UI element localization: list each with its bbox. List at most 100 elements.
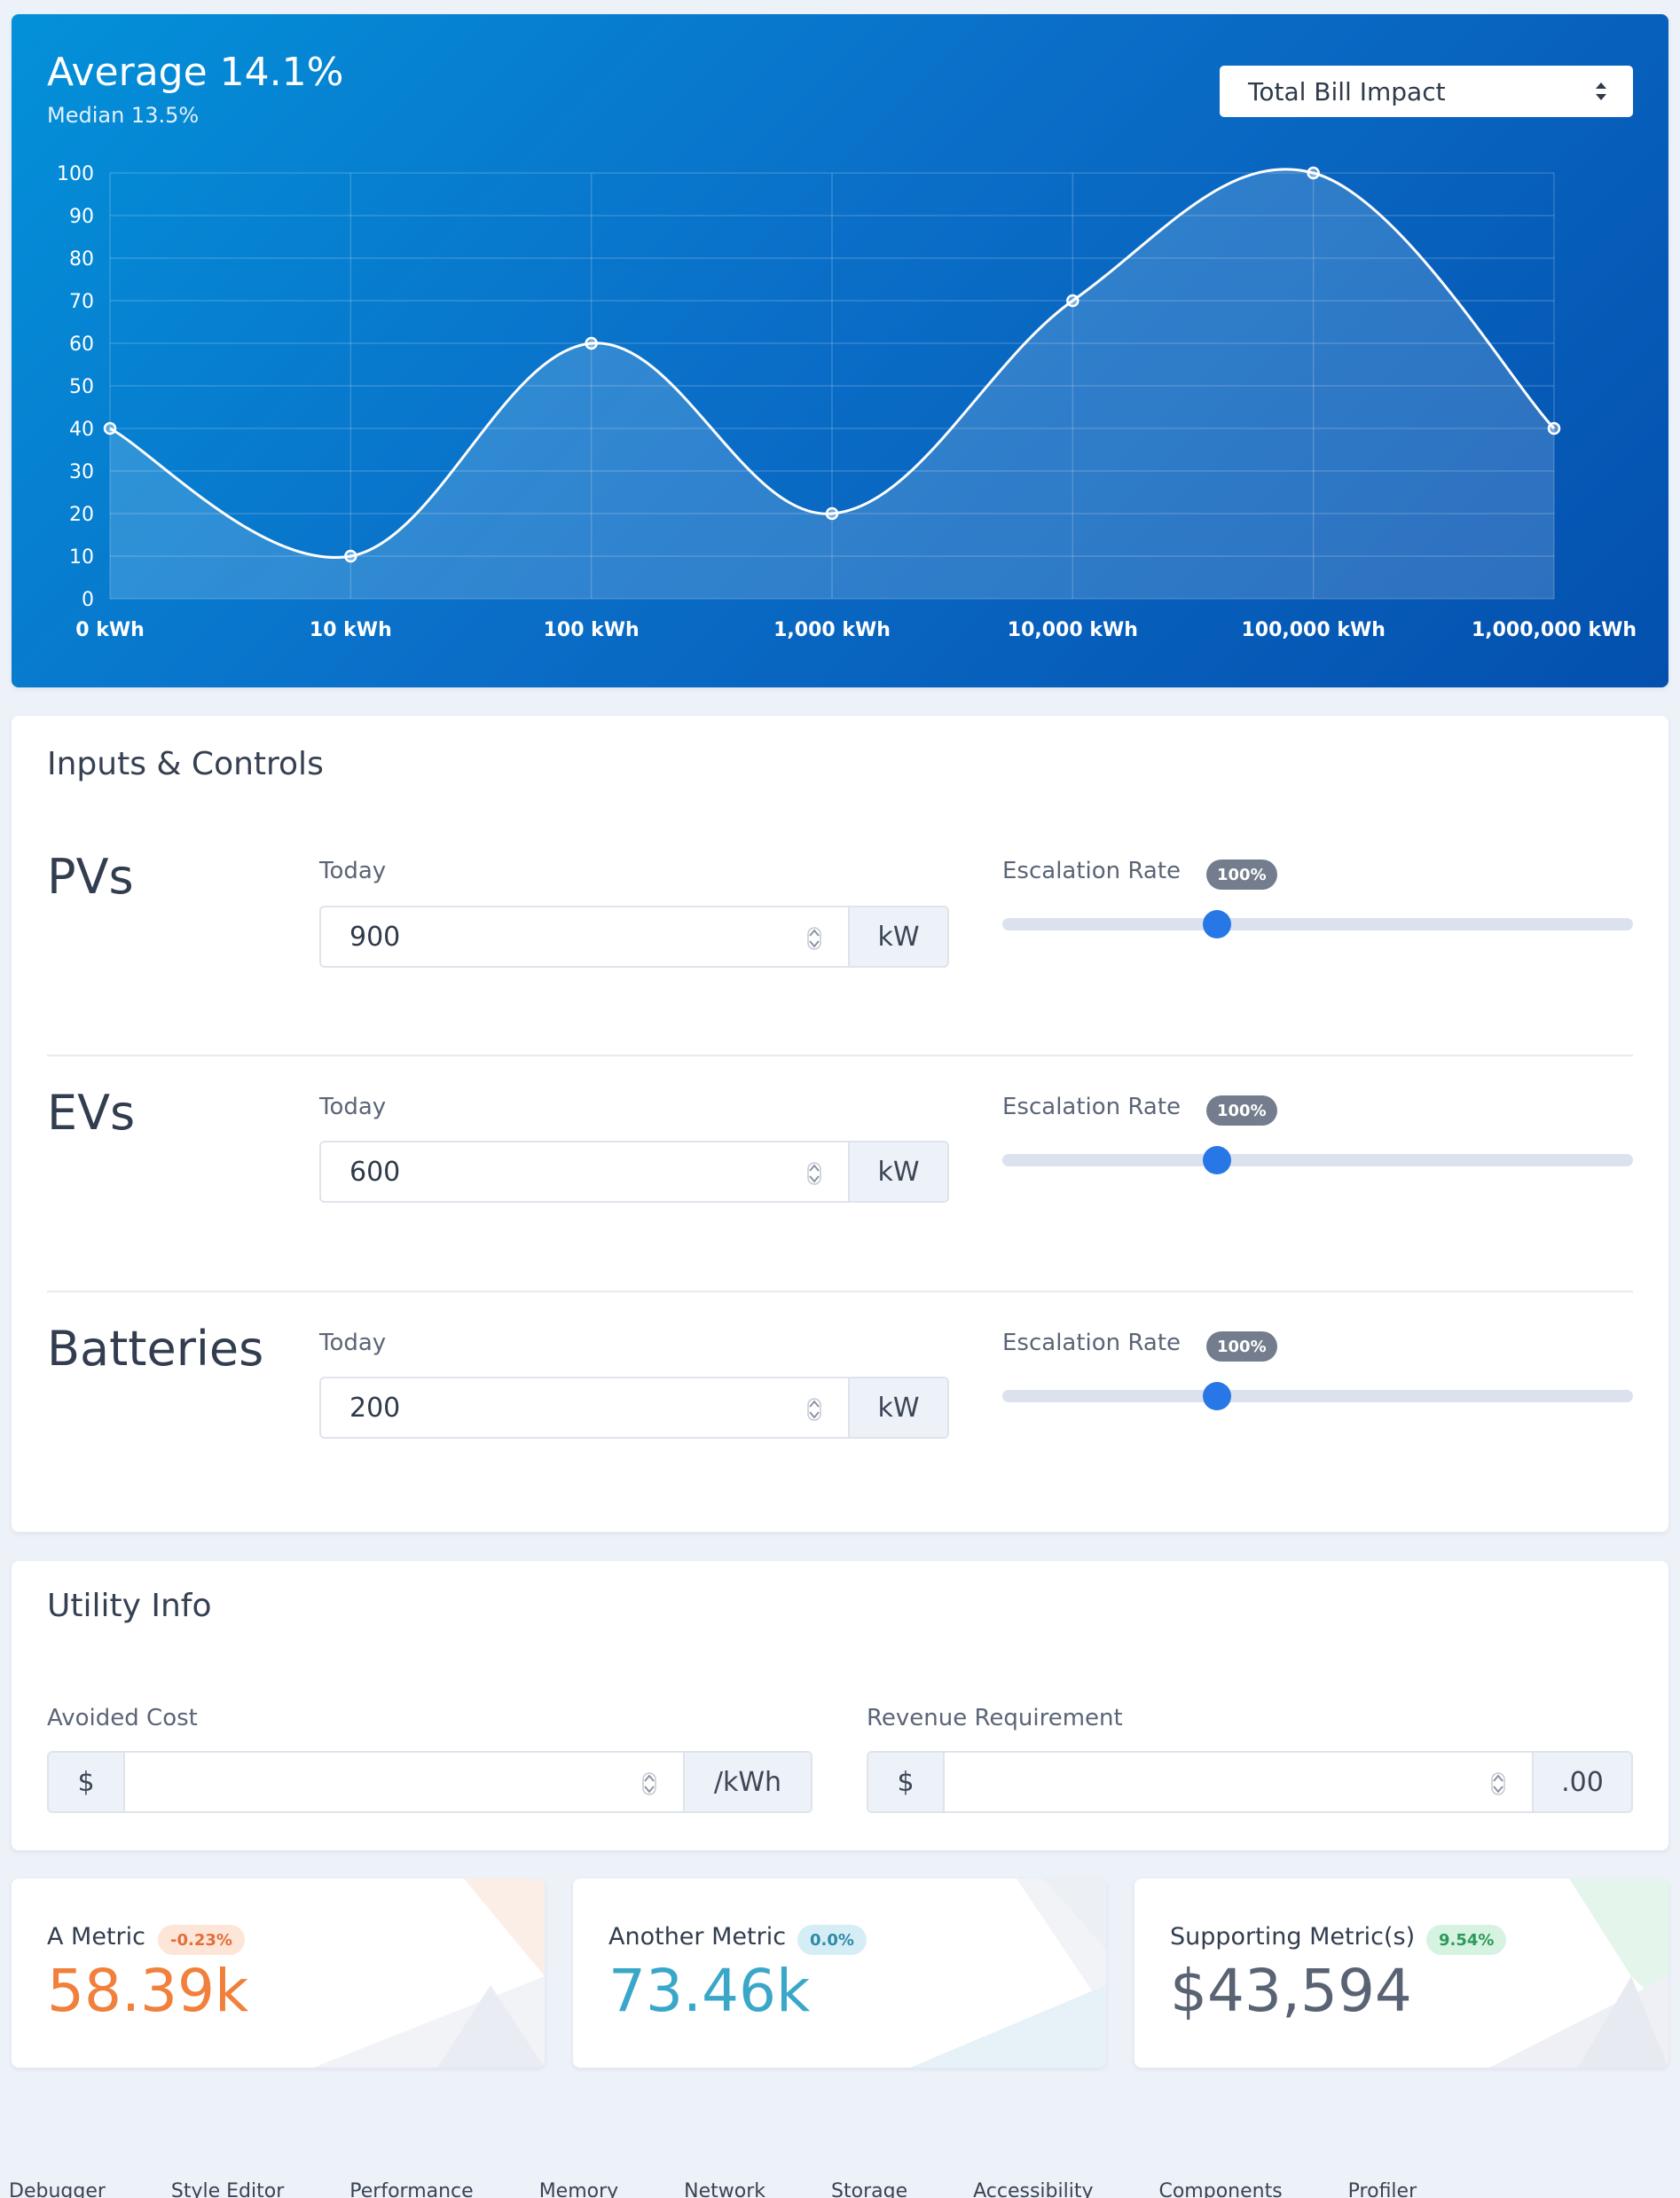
x-tick-label: 10,000 kWh — [1008, 619, 1138, 641]
slider-thumb[interactable] — [1202, 910, 1231, 938]
dollar-addon: $ — [49, 1753, 125, 1811]
x-tick-label: 1,000 kWh — [773, 619, 891, 641]
metric-label: Another Metric — [608, 1923, 787, 1951]
devtools-tab[interactable]: Network — [684, 2180, 765, 2198]
evs-value[interactable]: 600 — [321, 1142, 848, 1201]
unit-addon: kW — [848, 1142, 947, 1201]
y-tick-label: 90 — [69, 206, 94, 228]
per-kwh-addon: /kWh — [683, 1753, 811, 1811]
escalation-rate-label: Escalation Rate — [1002, 1094, 1181, 1120]
today-label: Today — [319, 1330, 387, 1356]
inputs-controls-card: Inputs & Controls PVs Today 900 kW Escal… — [12, 716, 1668, 1532]
data-point[interactable] — [103, 421, 117, 436]
metric-card-another: Another Metric 0.0% 73.46k — [573, 1879, 1106, 2068]
today-label: Today — [319, 858, 387, 884]
avoided-cost-input[interactable]: $ /kWh — [47, 1751, 813, 1813]
escalation-slider[interactable] — [1002, 1146, 1633, 1174]
utility-info-card: Utility Info Avoided Cost $ /kWh Revenue… — [12, 1561, 1668, 1850]
dollar-addon: $ — [868, 1753, 945, 1811]
avoided-cost-label: Avoided Cost — [47, 1705, 198, 1731]
section-title: Inputs & Controls — [47, 746, 324, 782]
devtools-tab[interactable]: Components — [1158, 2180, 1282, 2198]
chart-card: Average 14.1% Median 13.5% Total Bill Im… — [12, 14, 1668, 687]
data-point[interactable] — [585, 336, 598, 350]
devtools-tab[interactable]: Profiler — [1348, 2180, 1417, 2198]
data-point[interactable] — [1066, 294, 1079, 308]
batteries-value-text: 200 — [349, 1392, 401, 1424]
y-tick-label: 70 — [69, 291, 94, 313]
y-tick-label: 80 — [69, 248, 94, 271]
pvs-today-input[interactable]: 900 kW — [319, 906, 949, 968]
revenue-requirement-label: Revenue Requirement — [867, 1705, 1123, 1731]
today-label: Today — [319, 1094, 387, 1120]
escalation-slider[interactable] — [1002, 910, 1633, 938]
cents-addon: .00 — [1532, 1753, 1631, 1811]
pvs-value-text: 900 — [349, 921, 401, 953]
metric-card-a: A Metric -0.23% 58.39k — [12, 1879, 545, 2068]
y-tick-label: 30 — [69, 461, 94, 483]
metric-card-supporting: Supporting Metric(s) 9.54% $43,594 — [1134, 1879, 1668, 2068]
metric-change-badge: 0.0% — [797, 1925, 867, 1955]
y-tick-label: 100 — [57, 163, 94, 185]
divider — [47, 1055, 1633, 1056]
devtools-tab[interactable]: Style Editor — [171, 2180, 284, 2198]
escalation-slider[interactable] — [1002, 1382, 1633, 1410]
escalation-rate-badge: 100% — [1206, 860, 1277, 890]
revenue-requirement-input[interactable]: $ .00 — [867, 1751, 1633, 1813]
metric-label: Supporting Metric(s) — [1170, 1923, 1416, 1951]
y-tick-label: 50 — [69, 376, 94, 398]
x-tick-label: 10 kWh — [310, 619, 392, 641]
escalation-rate-badge: 100% — [1206, 1095, 1277, 1126]
data-point[interactable] — [344, 549, 357, 563]
slider-thumb[interactable] — [1202, 1146, 1231, 1174]
spinner-icon[interactable] — [1491, 1772, 1505, 1795]
evs-today-input[interactable]: 600 kW — [319, 1141, 949, 1203]
spinner-icon[interactable] — [807, 1162, 821, 1185]
x-tick-label: 100,000 kWh — [1241, 619, 1385, 641]
devtools-tab[interactable]: Performance — [349, 2180, 473, 2198]
divider — [47, 1291, 1633, 1292]
row-label-pvs: PVs — [47, 849, 134, 905]
y-tick-label: 40 — [69, 419, 94, 441]
escalation-rate-label: Escalation Rate — [1002, 1330, 1181, 1356]
y-tick-label: 60 — [69, 334, 94, 356]
y-tick-label: 10 — [69, 546, 94, 569]
y-tick-label: 0 — [82, 589, 94, 611]
spinner-icon[interactable] — [807, 927, 821, 950]
escalation-rate-label: Escalation Rate — [1002, 858, 1181, 884]
metric-value: 73.46k — [608, 1957, 811, 2025]
devtools-tab[interactable]: Storage — [831, 2180, 907, 2198]
unit-addon: kW — [848, 1378, 947, 1437]
devtools-tab[interactable]: Memory — [539, 2180, 618, 2198]
data-point[interactable] — [1307, 166, 1320, 180]
spinner-icon[interactable] — [807, 1398, 821, 1421]
data-point[interactable] — [1547, 421, 1561, 436]
pvs-value[interactable]: 900 — [321, 907, 848, 966]
avoided-cost-value[interactable] — [125, 1753, 683, 1811]
devtools-tab-strip: Debugger Style Editor Performance Memory Net… — [0, 2175, 1680, 2198]
devtools-tab[interactable]: Debugger — [9, 2180, 106, 2198]
y-tick-label: 20 — [69, 504, 94, 526]
metric-value: 58.39k — [47, 1957, 249, 2025]
metric-change-badge: 9.54% — [1426, 1925, 1507, 1955]
batteries-value[interactable]: 200 — [321, 1378, 848, 1437]
slider-thumb[interactable] — [1202, 1382, 1231, 1410]
row-label-evs: EVs — [47, 1085, 136, 1141]
unit-addon: kW — [848, 907, 947, 966]
escalation-rate-badge: 100% — [1206, 1331, 1277, 1362]
metric-value: $43,594 — [1170, 1957, 1412, 2025]
devtools-tab[interactable]: Accessibility — [973, 2180, 1093, 2198]
evs-value-text: 600 — [349, 1156, 401, 1188]
spinner-icon[interactable] — [642, 1772, 656, 1795]
row-label-batteries: Batteries — [47, 1321, 264, 1377]
area-chart: 0 10 20 30 40 50 60 70 80 90 100 0 kWh 10 kWh 100 kW… — [57, 163, 1637, 641]
x-tick-label: 0 kWh — [75, 619, 145, 641]
metric-label: A Metric — [47, 1923, 145, 1951]
revenue-requirement-value[interactable] — [945, 1753, 1532, 1811]
data-point[interactable] — [825, 506, 839, 521]
section-title: Utility Info — [47, 1588, 212, 1624]
x-tick-label: 100 kWh — [544, 619, 640, 641]
x-tick-label: 1,000,000 kWh — [1472, 619, 1637, 641]
metric-change-badge: -0.23% — [158, 1925, 245, 1955]
batteries-today-input[interactable]: 200 kW — [319, 1377, 949, 1439]
